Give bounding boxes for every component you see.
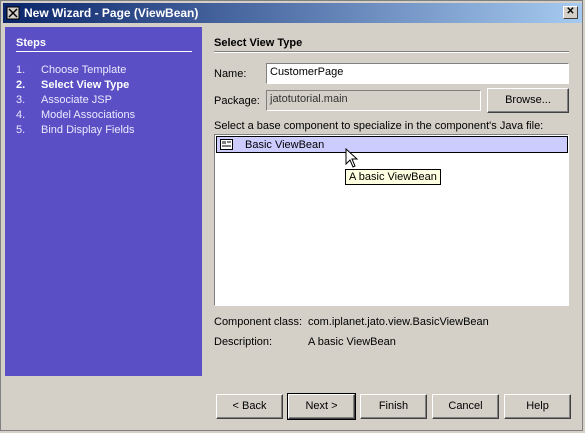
component-class-value: com.iplanet.jato.view.BasicViewBean (308, 316, 489, 328)
component-list[interactable]: Basic ViewBean (214, 134, 569, 306)
title-bar[interactable]: New Wizard - Page (ViewBean) ✕ (3, 3, 582, 23)
close-icon: ✕ (566, 6, 575, 17)
description-label: Description: (214, 336, 273, 348)
step-label: Choose Template (41, 64, 127, 76)
steps-title: Steps (16, 37, 46, 49)
step-number: 1. (16, 64, 26, 76)
steps-divider (16, 51, 192, 52)
browse-button-label: Browse... (505, 94, 551, 106)
back-button[interactable]: < Back (216, 394, 283, 419)
finish-button-label: Finish (378, 400, 409, 412)
next-button[interactable]: Next > (287, 393, 356, 420)
mouse-cursor-icon (345, 148, 359, 168)
help-button-label: Help (526, 400, 549, 412)
tooltip: A basic ViewBean (345, 169, 441, 185)
next-button-label: Next > (305, 400, 338, 412)
close-button[interactable]: ✕ (563, 6, 578, 19)
step-item: 4. Model Associations (16, 109, 135, 121)
step-label: Associate JSP (41, 94, 112, 106)
step-number: 2. (16, 79, 26, 91)
name-label: Name: (214, 68, 247, 80)
package-label: Package: (214, 95, 260, 107)
list-item-label: Basic ViewBean (245, 139, 325, 151)
package-field: jatotutorial.main (266, 90, 481, 111)
description-value: A basic ViewBean (308, 336, 396, 348)
list-item[interactable]: Basic ViewBean (216, 136, 568, 153)
finish-button[interactable]: Finish (360, 394, 427, 419)
step-label: Bind Display Fields (41, 124, 135, 136)
step-number: 5. (16, 124, 26, 136)
step-number: 3. (16, 94, 26, 106)
step-number: 4. (16, 109, 26, 121)
browse-button[interactable]: Browse... (487, 88, 569, 113)
step-item-current: 2. Select View Type (16, 79, 129, 91)
cancel-button-label: Cancel (448, 400, 483, 412)
step-item: 3. Associate JSP (16, 94, 112, 106)
step-item: 1. Choose Template (16, 64, 126, 76)
component-class-label: Component class: (214, 316, 303, 328)
cancel-button[interactable]: Cancel (432, 394, 499, 419)
window-title: New Wizard - Page (ViewBean) (24, 6, 199, 20)
app-icon (6, 6, 20, 20)
viewbean-icon (220, 139, 233, 150)
help-button[interactable]: Help (504, 394, 571, 419)
section-title: Select View Type (214, 37, 303, 49)
steps-panel: Steps 1. Choose Template 2. Select View Ty… (5, 27, 202, 376)
name-field[interactable]: CustomerPage (266, 63, 569, 84)
component-list-label: Select a base component to specialize in… (214, 120, 544, 132)
back-button-label: < Back (232, 400, 267, 412)
step-label: Model Associations (41, 109, 136, 121)
step-item: 5. Bind Display Fields (16, 124, 135, 136)
section-divider (214, 51, 569, 53)
step-label: Select View Type (41, 79, 130, 91)
